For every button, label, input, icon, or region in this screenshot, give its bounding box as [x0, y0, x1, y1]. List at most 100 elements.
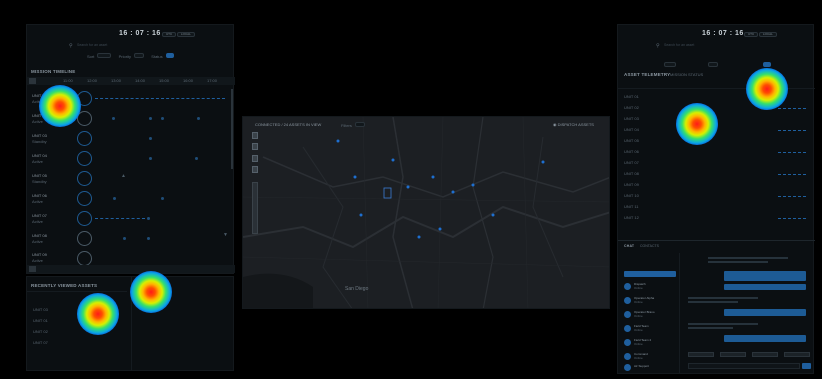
- avatar: [624, 339, 631, 346]
- timeline-expand-button[interactable]: [29, 266, 36, 272]
- map-canvas[interactable]: [243, 117, 610, 309]
- asset-progress-ring: [77, 191, 92, 206]
- timeline-row[interactable]: UNIT 03 Standby: [27, 129, 235, 149]
- contact-status: Online: [634, 356, 643, 360]
- telemetry-row[interactable]: UNIT 01: [624, 94, 639, 99]
- filter-sort[interactable]: Sort: [87, 54, 94, 59]
- event-dot: [147, 237, 150, 240]
- track-line: [95, 218, 145, 220]
- right-utc-badge[interactable]: UTC: [744, 32, 759, 37]
- map-panel[interactable]: CONNECTED / 24 ASSETS IN VIEW Filters ◉ …: [242, 116, 610, 309]
- telemetry-row[interactable]: UNIT 08: [624, 171, 639, 176]
- dispatch-icon: ◉: [553, 122, 557, 127]
- dispatch-button[interactable]: ◉ DISPATCH ASSETS: [553, 122, 594, 127]
- outgoing-message: [724, 284, 806, 290]
- event-dot: [195, 157, 198, 160]
- marker-icon: ▲: [121, 173, 126, 179]
- tab-contacts[interactable]: CONTACTS: [640, 244, 659, 249]
- tick-label: 14:00: [135, 78, 146, 83]
- filter-status[interactable]: Status: [151, 54, 162, 59]
- asset-status: Active: [32, 258, 43, 263]
- event-dot: [149, 117, 152, 120]
- tab-chat[interactable]: CHAT: [624, 244, 634, 248]
- timeline-row[interactable]: UNIT 06 Active: [27, 189, 235, 209]
- telemetry-row[interactable]: UNIT 12: [624, 215, 639, 220]
- telemetry-row[interactable]: UNIT 11: [624, 204, 639, 209]
- telemetry-row[interactable]: UNIT 02: [624, 105, 639, 110]
- contact-item[interactable]: Operator Alpha Online: [622, 295, 678, 308]
- map-toolbar[interactable]: [252, 182, 258, 234]
- quick-reply-button[interactable]: [752, 352, 778, 357]
- send-button[interactable]: [802, 363, 811, 369]
- filter-select[interactable]: [708, 62, 719, 67]
- map-filter-button[interactable]: Filters: [341, 122, 366, 128]
- new-chat-button[interactable]: [624, 271, 676, 277]
- telemetry-row[interactable]: UNIT 03: [624, 116, 639, 121]
- locate-button[interactable]: [252, 155, 258, 162]
- attention-heatmap: [77, 293, 119, 335]
- right-filters[interactable]: [664, 54, 794, 67]
- telemetry-subtitle: MISSION STATUS: [670, 72, 704, 77]
- left-utc-badge[interactable]: UTC: [162, 32, 177, 37]
- contact-status: Online: [634, 342, 643, 346]
- avatar: [624, 325, 631, 332]
- dispatch-label: DISPATCH ASSETS: [557, 122, 594, 127]
- contact-item[interactable]: Field Team Online: [622, 323, 678, 336]
- right-local-badge[interactable]: LOCAL: [759, 32, 777, 37]
- telemetry-row[interactable]: UNIT 04: [624, 127, 639, 132]
- telemetry-row[interactable]: UNIT 09: [624, 182, 639, 187]
- search-icon: ⚲: [656, 43, 660, 49]
- recent-row[interactable]: UNIT 03: [33, 307, 48, 312]
- contact-item[interactable]: Field Team 2 Online: [622, 337, 678, 350]
- filter-toggle[interactable]: [762, 62, 771, 67]
- left-search-input[interactable]: Search for an asset: [77, 42, 177, 48]
- timeline-row[interactable]: UNIT 05 Standby ▲: [27, 169, 235, 189]
- tick-label: 16:00: [183, 78, 194, 83]
- message-input[interactable]: [688, 363, 800, 369]
- event-dot: [147, 217, 150, 220]
- event-dot: [112, 117, 115, 120]
- timeline-scrollbar[interactable]: [231, 89, 233, 169]
- message-line: [708, 257, 788, 259]
- contact-item[interactable]: Dispatch Online: [622, 281, 678, 294]
- timeline-collapse-button[interactable]: [29, 78, 36, 84]
- telemetry-row[interactable]: UNIT 05: [624, 138, 639, 143]
- timeline-row[interactable]: UNIT 04 Active: [27, 149, 235, 169]
- quick-reply-button[interactable]: [688, 352, 714, 357]
- quick-reply-button[interactable]: [784, 352, 810, 357]
- contact-item[interactable]: Operator Bravo Online: [622, 309, 678, 322]
- zoom-in-button[interactable]: [252, 132, 258, 139]
- telemetry-sparkline: [778, 108, 806, 110]
- telemetry-row[interactable]: UNIT 07: [624, 160, 639, 165]
- filter-status-toggle[interactable]: [165, 53, 174, 58]
- recent-row[interactable]: UNIT 07: [33, 340, 48, 345]
- map-city-label: San Diego: [345, 286, 369, 292]
- event-dot: [113, 197, 116, 200]
- telemetry-row[interactable]: UNIT 06: [624, 149, 639, 154]
- attention-heatmap: [39, 85, 81, 127]
- layers-button[interactable]: [252, 166, 258, 173]
- timeline-row[interactable]: UNIT 09 Active: [27, 249, 235, 266]
- timeline-row[interactable]: UNIT 07 Active: [27, 209, 235, 229]
- recent-row[interactable]: UNIT 02: [33, 329, 48, 334]
- contact-item[interactable]: Air Support: [622, 363, 678, 373]
- map-filter-select[interactable]: [355, 122, 366, 127]
- zoom-out-button[interactable]: [252, 143, 258, 150]
- filter-select[interactable]: [664, 62, 676, 67]
- filter-sort-select[interactable]: [97, 53, 112, 58]
- filter-priority[interactable]: Priority: [119, 54, 131, 59]
- filter-priority-select[interactable]: [134, 53, 145, 58]
- quick-reply-button[interactable]: [720, 352, 746, 357]
- timeline-row[interactable]: UNIT 08 Active ▼: [27, 229, 235, 249]
- telemetry-row[interactable]: UNIT 10: [624, 193, 639, 198]
- divider: [27, 291, 127, 292]
- attention-heatmap: [676, 103, 718, 145]
- recent-row[interactable]: UNIT 01: [33, 318, 48, 323]
- asset-status: Active: [32, 239, 43, 244]
- asset-name: UNIT 07: [32, 213, 47, 218]
- map-connection-status: CONNECTED / 24 ASSETS IN VIEW: [255, 122, 322, 127]
- event-dot: [161, 197, 164, 200]
- right-search-input[interactable]: Search for an asset: [664, 42, 764, 48]
- left-local-badge[interactable]: LOCAL: [177, 32, 195, 37]
- asset-name: UNIT 06: [32, 193, 47, 198]
